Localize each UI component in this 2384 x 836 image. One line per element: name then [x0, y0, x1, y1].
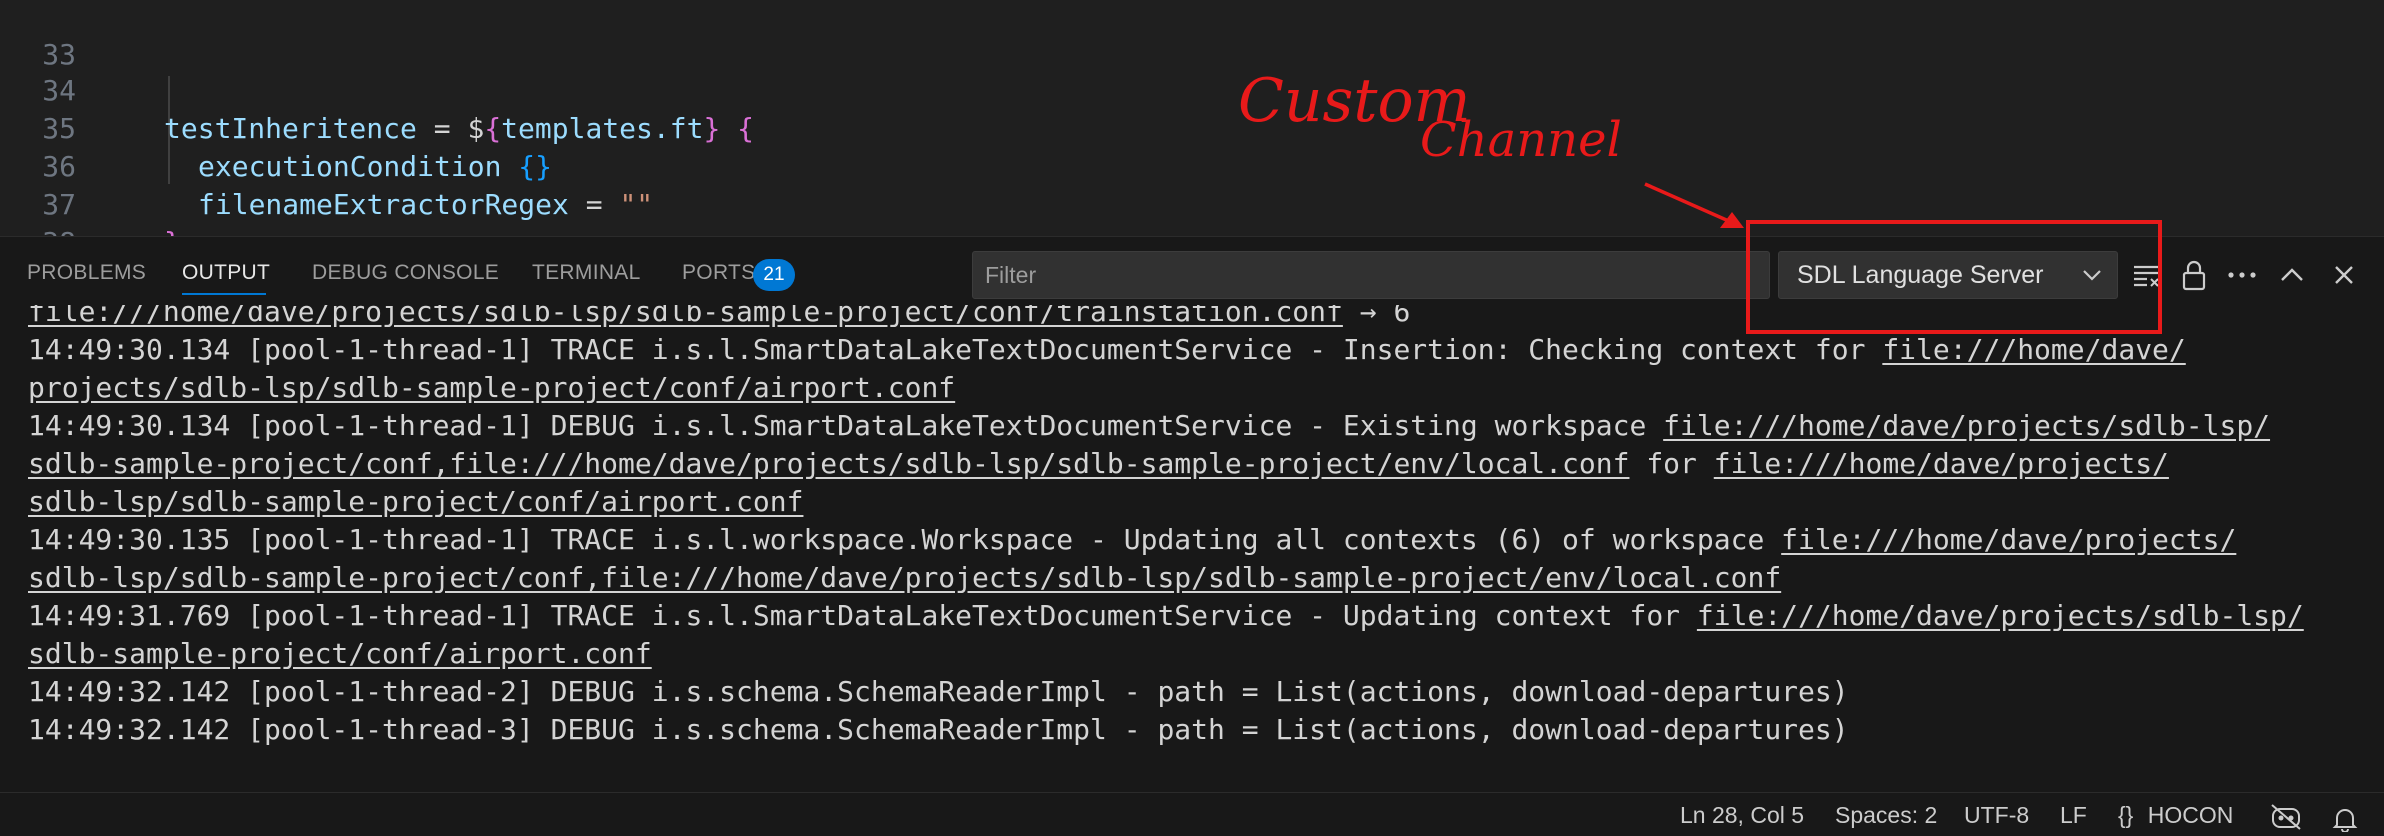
code-line[interactable]: 33	[0, 0, 1200, 71]
file-link[interactable]: file:///home/dave/	[1882, 333, 2185, 366]
log-line: sdlb-lsp/sdlb-sample-project/conf/airpor…	[28, 483, 803, 521]
language-mode[interactable]: {} HOCON	[2118, 793, 2233, 836]
active-tab-indicator	[182, 293, 266, 295]
more-actions-icon[interactable]	[2220, 251, 2264, 299]
code-line[interactable]: 35 executionCondition {}	[0, 72, 1200, 183]
log-line: projects/sdlb-lsp/sdlb-sample-project/co…	[28, 369, 955, 407]
tab-debug-console[interactable]: DEBUG CONSOLE	[312, 261, 499, 285]
log-line: sdlb-lsp/sdlb-sample-project/conf,file:/…	[28, 559, 1781, 597]
file-link[interactable]: file:///home/dave/projects/sdlb-lsp/	[1697, 599, 2304, 632]
code-editor[interactable]: 33 34 testInheritence = ${templates.ft} …	[0, 0, 2384, 236]
output-channel-select[interactable]: SDL Language Server	[1778, 251, 2118, 299]
tab-terminal[interactable]: TERMINAL	[532, 261, 641, 285]
language-label: HOCON	[2147, 802, 2234, 828]
tab-problems[interactable]: PROBLEMS	[27, 261, 146, 285]
status-bar: Ln 28, Col 5 Spaces: 2 UTF-8 LF {} HOCON	[0, 792, 2384, 836]
log-line: 14:49:31.769 [pool-1-thread-1] TRACE i.s…	[28, 599, 2304, 632]
tab-output[interactable]: OUTPUT	[182, 261, 270, 285]
log-line: sdlb-sample-project/conf,file:///home/da…	[28, 447, 2169, 480]
chevron-down-icon	[2081, 252, 2103, 313]
file-link[interactable]: file:///home/dave/projects/	[1714, 447, 2169, 480]
file-encoding[interactable]: UTF-8	[1964, 793, 2029, 836]
code-text: }	[164, 224, 181, 236]
log-line: 14:49:30.134 [pool-1-thread-1] TRACE i.s…	[28, 333, 2186, 366]
cursor-position[interactable]: Ln 28, Col 5	[1680, 793, 1804, 836]
file-link[interactable]: file:///home/dave/projects/sdlb-lsp/	[1663, 409, 2270, 442]
log-line: sdlb-sample-project/conf/airport.conf	[28, 635, 652, 673]
log-line: 14:49:30.134 [pool-1-thread-1] DEBUG i.s…	[28, 409, 2271, 442]
file-link[interactable]: sdlb-sample-project/conf/airport.conf	[28, 637, 652, 670]
file-link[interactable]: projects/sdlb-lsp/sdlb-sample-project/co…	[28, 371, 955, 404]
copilot-icon[interactable]	[2270, 801, 2302, 830]
tab-ports[interactable]: PORTS	[682, 261, 755, 285]
lock-icon[interactable]	[2172, 251, 2216, 299]
output-filter-input[interactable]: Filter	[972, 251, 1770, 299]
code-line[interactable]: 36 filenameExtractorRegex = ""	[0, 110, 1200, 221]
log-line: file:///home/dave/projects/sdlb-lsp/sdlb…	[28, 305, 1410, 331]
ports-count-badge: 21	[753, 259, 795, 291]
log-line: 14:49:32.142 [pool-1-thread-3] DEBUG i.s…	[28, 713, 1849, 746]
end-of-line[interactable]: LF	[2060, 793, 2087, 836]
code-line[interactable]: 34 testInheritence = ${templates.ft} {	[0, 34, 1200, 145]
panel-tabs: PROBLEMS OUTPUT DEBUG CONSOLE TERMINAL P…	[0, 237, 900, 311]
bottom-panel: PROBLEMS OUTPUT DEBUG CONSOLE TERMINAL P…	[0, 236, 2384, 792]
output-log[interactable]: file:///home/dave/projects/sdlb-lsp/sdlb…	[0, 305, 2384, 793]
file-link[interactable]: sdlb-lsp/sdlb-sample-project/conf/airpor…	[28, 485, 803, 518]
log-line: 14:49:32.142 [pool-1-thread-2] DEBUG i.s…	[28, 675, 1849, 708]
file-link[interactable]: file:///home/dave/projects/sdlb-lsp/sdlb…	[28, 305, 1343, 328]
file-link[interactable]: sdlb-lsp/sdlb-sample-project/conf,file:/…	[28, 561, 1781, 594]
file-link[interactable]: file:///home/dave/projects/	[1781, 523, 2236, 556]
close-icon[interactable]	[2322, 251, 2366, 299]
bell-icon[interactable]	[2332, 802, 2358, 833]
indentation-setting[interactable]: Spaces: 2	[1835, 793, 1937, 836]
code-line[interactable]: 37 }	[0, 148, 1200, 236]
code-line[interactable]: 38	[0, 186, 1200, 236]
log-line: 14:49:30.135 [pool-1-thread-1] TRACE i.s…	[28, 523, 2237, 556]
line-number: 38	[0, 224, 76, 236]
output-channel-value: SDL Language Server	[1797, 261, 2044, 289]
file-link[interactable]: sdlb-sample-project/conf,file:///home/da…	[28, 447, 1629, 480]
clear-output-icon[interactable]	[2124, 251, 2168, 299]
chevron-up-icon[interactable]	[2270, 251, 2314, 299]
braces-icon: {}	[2118, 802, 2134, 828]
